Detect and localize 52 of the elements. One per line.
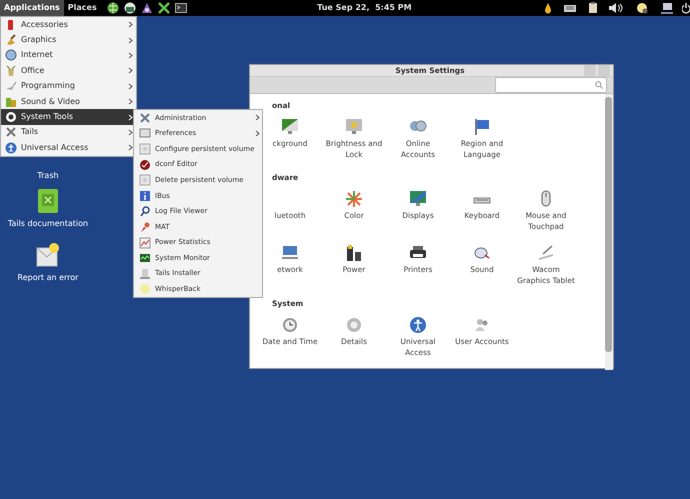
- book-icon[interactable]: [35, 188, 61, 214]
- chevron-right-icon: [128, 144, 133, 152]
- chevron-right-icon: [128, 21, 133, 28]
- menu-item-label: Accessories: [21, 18, 69, 31]
- menu-item[interactable]: System Tools: [1, 109, 136, 125]
- menu-item-label: System Tools: [21, 111, 74, 124]
- menu-item-label: Universal Access: [21, 142, 90, 154]
- scrollbar[interactable]: [605, 94, 613, 370]
- color-wheel-icon[interactable]: [345, 190, 363, 208]
- menu-button[interactable]: Applications: [0, 0, 64, 16]
- menu-item[interactable]: Sound & Video: [1, 94, 136, 110]
- cup-icon: [5, 64, 17, 77]
- error-report-icon[interactable]: [35, 242, 61, 268]
- chevron-right-icon: [128, 98, 133, 106]
- menu-item[interactable]: Graphics: [1, 32, 136, 48]
- menu-item[interactable]: Programming: [1, 78, 136, 94]
- menu-item[interactable]: Internet: [1, 48, 136, 64]
- terminal-icon[interactable]: [174, 2, 187, 14]
- menu-item-label: Office: [21, 64, 46, 77]
- chevron-right-icon: [128, 82, 133, 90]
- icon-label[interactable]: Trash: [37, 170, 59, 182]
- icon-label[interactable]: Report an error: [18, 272, 78, 284]
- display-icon[interactable]: [409, 190, 427, 208]
- menu-item-label: Tails: [21, 126, 40, 138]
- menu-item-label: Programming: [21, 80, 76, 92]
- icon-label[interactable]: Tails documentation: [8, 218, 88, 230]
- media-icon: [5, 96, 17, 108]
- menu-item-label: Graphics: [21, 34, 58, 46]
- menu-item[interactable]: Office: [1, 63, 136, 79]
- menu-item[interactable]: Tails: [1, 124, 136, 140]
- flag-icon[interactable]: [473, 118, 491, 136]
- info-icon: [139, 190, 151, 202]
- wallpaper-icon[interactable]: [281, 118, 299, 136]
- power-icon[interactable]: [682, 2, 690, 14]
- accessibility-icon[interactable]: [409, 316, 427, 334]
- chart-icon: [139, 236, 151, 249]
- panel-icon: [139, 127, 151, 140]
- magnifier-icon: [139, 205, 151, 218]
- menu-item-label: Internet: [21, 49, 54, 62]
- clock[interactable]: Tue Sep 22, 5:45 PM: [317, 2, 412, 14]
- accessibility-icon: [5, 142, 17, 154]
- triangle-app-icon[interactable]: [140, 2, 153, 14]
- menu-button[interactable]: Places: [64, 0, 101, 16]
- monitor-icon: [139, 252, 151, 264]
- chevron-right-icon: [128, 67, 133, 74]
- search-field[interactable]: [495, 77, 607, 94]
- menu-item[interactable]: Accessories: [1, 17, 136, 32]
- menu-item-label: Sound & Video: [21, 96, 81, 108]
- clock-icon[interactable]: [281, 316, 299, 334]
- search-icon: [595, 81, 603, 90]
- menu-item[interactable]: Universal Access: [1, 140, 136, 156]
- brightness-icon[interactable]: [345, 118, 363, 136]
